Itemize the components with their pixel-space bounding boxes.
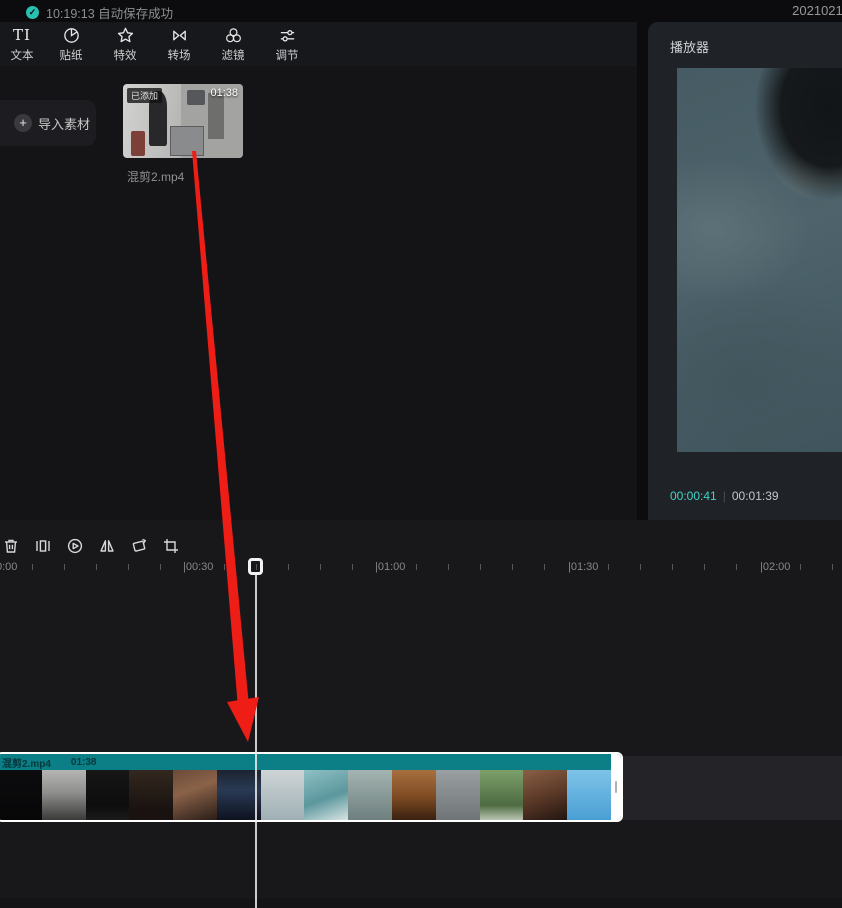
thumb-doorway bbox=[208, 93, 224, 139]
clip-filmstrip bbox=[0, 770, 611, 820]
crop-icon[interactable] bbox=[161, 536, 180, 556]
current-time: 00:00:41 bbox=[670, 489, 717, 503]
autosave-status: ✓ 10:19:13 自动保存成功 bbox=[26, 3, 173, 22]
adjust-icon bbox=[278, 26, 297, 45]
filmstrip-frame bbox=[436, 770, 480, 820]
tab-filter[interactable]: 滤镜 bbox=[206, 22, 260, 66]
media-library-panel: TI 文本 贴纸 特效 转场 bbox=[0, 22, 637, 520]
filmstrip-frame bbox=[480, 770, 524, 820]
player-panel: 播放器 00:00:41 | 00:01:39 bbox=[648, 22, 842, 520]
thumb-sign bbox=[187, 90, 205, 105]
clip-duration: 01:38 bbox=[71, 757, 97, 768]
effects-star-icon bbox=[116, 26, 135, 45]
text-icon: TI bbox=[13, 26, 31, 45]
timeline-clip[interactable]: 混剪2.mp4 01:38 bbox=[0, 752, 623, 822]
tab-effects[interactable]: 特效 bbox=[98, 22, 152, 66]
tab-sticker[interactable]: 贴纸 bbox=[44, 22, 98, 66]
ruler-label: |00:30 bbox=[183, 561, 213, 573]
rotate-icon[interactable] bbox=[129, 536, 148, 556]
clip-header: 混剪2.mp4 01:38 bbox=[0, 754, 621, 770]
autosave-check-icon: ✓ bbox=[26, 6, 39, 19]
ruler-label: |01:00 bbox=[375, 561, 405, 573]
transition-icon bbox=[170, 26, 189, 45]
ruler-label: |01:30 bbox=[568, 561, 598, 573]
import-media-button[interactable]: + 导入素材 bbox=[0, 100, 96, 146]
tab-transition-label: 转场 bbox=[168, 47, 191, 63]
added-badge: 已添加 bbox=[127, 88, 162, 103]
total-time: 00:01:39 bbox=[732, 489, 779, 503]
tab-transition[interactable]: 转场 bbox=[152, 22, 206, 66]
freeze-frame-icon[interactable] bbox=[33, 536, 52, 556]
sticker-icon bbox=[62, 26, 81, 45]
media-filename: 混剪2.mp4 bbox=[127, 168, 184, 185]
clip-filename: 混剪2.mp4 bbox=[2, 755, 51, 770]
filmstrip-frame bbox=[392, 770, 436, 820]
category-toolbar: TI 文本 贴纸 特效 转场 bbox=[0, 22, 637, 66]
playhead-line bbox=[255, 574, 257, 908]
tab-sticker-label: 贴纸 bbox=[60, 47, 83, 63]
filmstrip-frame bbox=[173, 770, 217, 820]
filmstrip-frame bbox=[86, 770, 130, 820]
media-item-thumbnail[interactable]: 已添加 01:38 bbox=[123, 84, 243, 158]
filmstrip-frame bbox=[523, 770, 567, 820]
video-preview bbox=[677, 68, 842, 452]
filmstrip-frame bbox=[567, 770, 611, 820]
tab-text[interactable]: TI 文本 bbox=[0, 22, 44, 66]
ruler-label: |00:00 bbox=[0, 561, 17, 573]
filmstrip-frame bbox=[348, 770, 392, 820]
tab-filter-label: 滤镜 bbox=[222, 47, 245, 63]
tab-adjust-label: 调节 bbox=[276, 47, 299, 63]
reverse-play-icon[interactable] bbox=[65, 536, 84, 556]
player-timecodes: 00:00:41 | 00:01:39 bbox=[670, 489, 779, 503]
project-name: 20210218 bbox=[792, 3, 842, 18]
timeline-ruler[interactable]: |00:00 |00:30 |01:00 |01:30 |02:00 bbox=[0, 558, 842, 578]
timeline-toolbar bbox=[1, 536, 180, 556]
tab-adjust[interactable]: 调节 bbox=[260, 22, 314, 66]
video-editor-window: ✓ 10:19:13 自动保存成功 20210218 TI 文本 贴纸 特效 bbox=[0, 0, 842, 908]
filter-icon bbox=[224, 26, 243, 45]
status-bar: ✓ 10:19:13 自动保存成功 20210218 bbox=[0, 0, 842, 22]
tab-text-label: 文本 bbox=[11, 47, 34, 63]
autosave-text: 10:19:13 自动保存成功 bbox=[46, 3, 173, 22]
filmstrip-frame bbox=[0, 770, 42, 820]
time-separator: | bbox=[723, 489, 726, 503]
clip-trim-handle-right[interactable] bbox=[611, 754, 621, 820]
player-title: 播放器 bbox=[670, 37, 709, 56]
media-duration: 01:38 bbox=[210, 87, 238, 99]
tab-effects-label: 特效 bbox=[114, 47, 137, 63]
thumb-cart bbox=[170, 126, 204, 156]
ruler-label: |02:00 bbox=[760, 561, 790, 573]
timeline-panel: |00:00 |00:30 |01:00 |01:30 |02:00 混剪2.m… bbox=[0, 520, 842, 908]
playhead-handle[interactable] bbox=[248, 558, 263, 575]
grip-icon bbox=[615, 781, 617, 793]
filmstrip-frame bbox=[129, 770, 173, 820]
plus-icon: + bbox=[14, 114, 32, 132]
mirror-icon[interactable] bbox=[97, 536, 116, 556]
import-media-label: 导入素材 bbox=[38, 114, 90, 133]
delete-icon[interactable] bbox=[1, 536, 20, 556]
filmstrip-frame bbox=[42, 770, 86, 820]
filmstrip-frame bbox=[304, 770, 348, 820]
timeline-footer bbox=[0, 898, 842, 908]
thumb-suitcase bbox=[131, 131, 144, 156]
filmstrip-frame bbox=[261, 770, 305, 820]
